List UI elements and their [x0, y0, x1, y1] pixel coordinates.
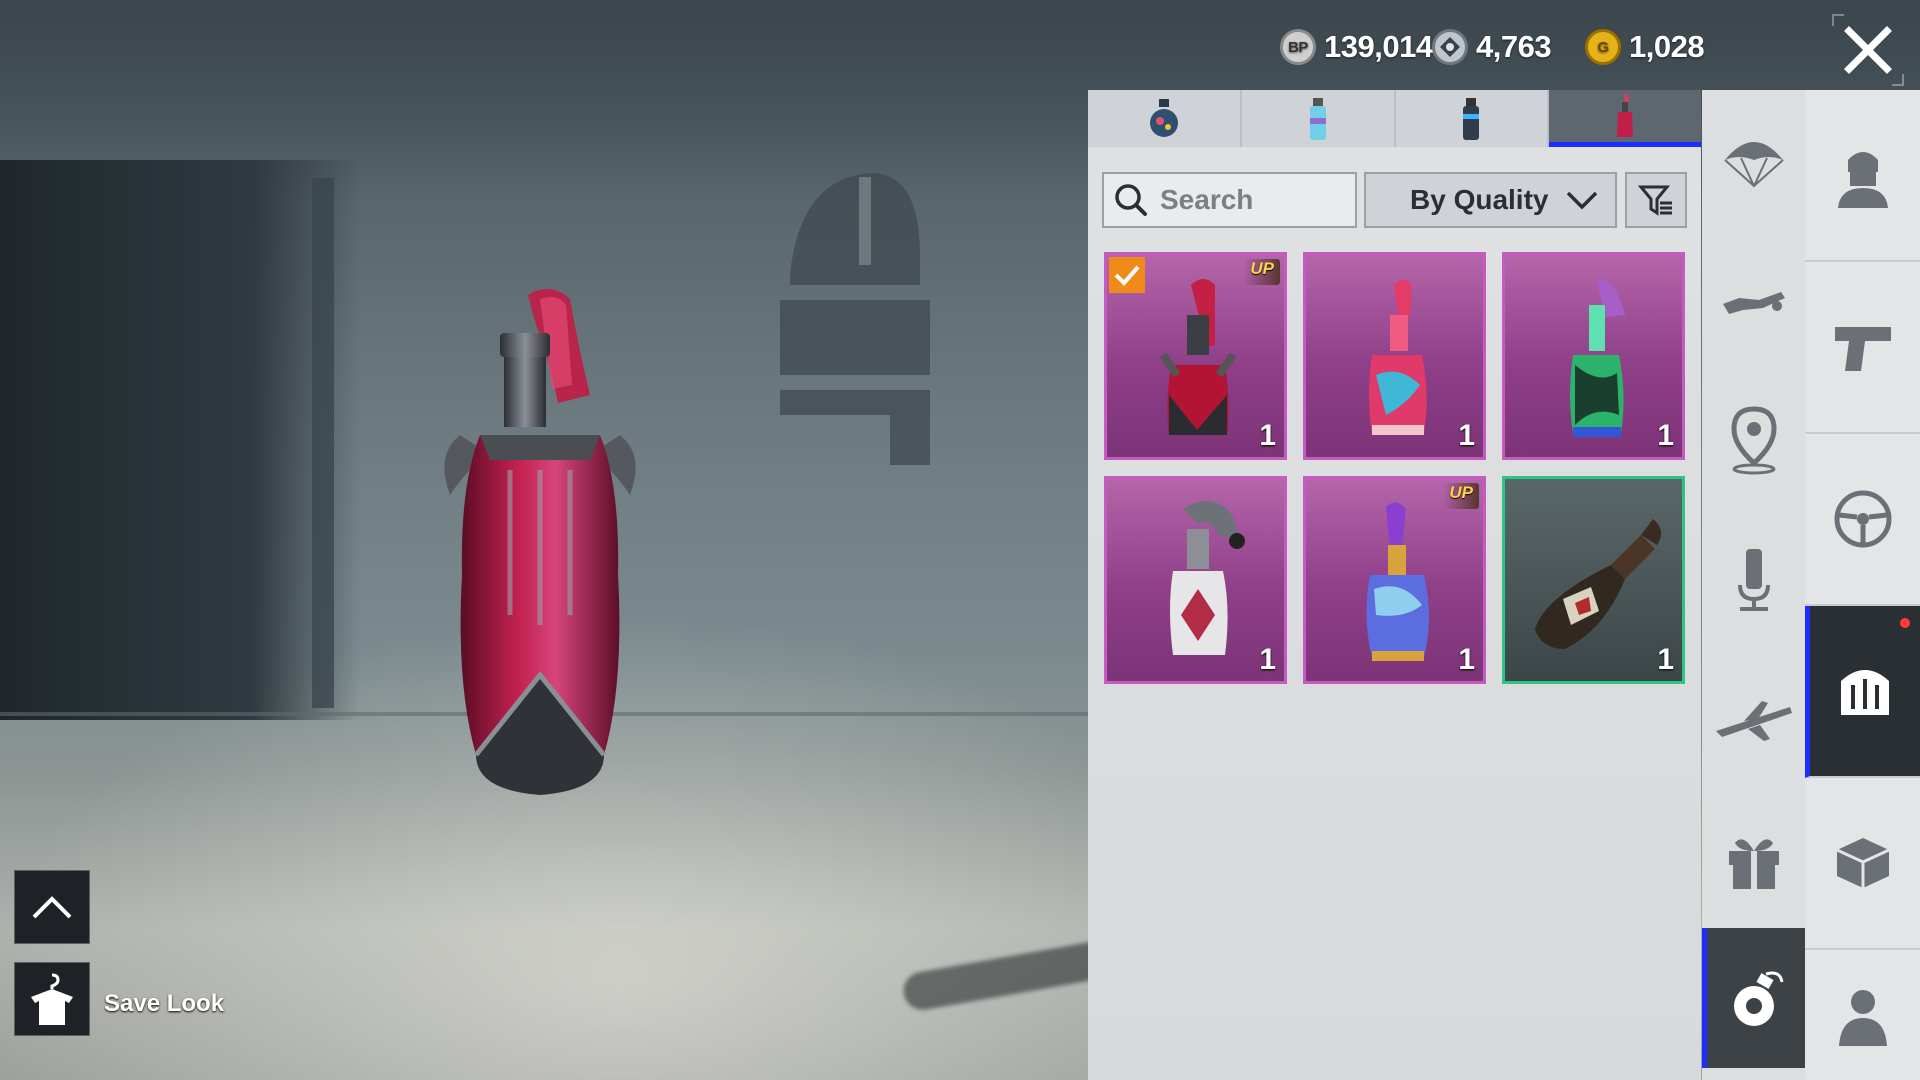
- ag-amount: 4,763: [1476, 29, 1552, 64]
- smoke-grenade-icon: [1309, 97, 1326, 140]
- chevron-up-icon: [32, 896, 72, 919]
- notification-dot: [1900, 618, 1910, 628]
- item-card-6[interactable]: 1: [1502, 476, 1685, 684]
- check-icon: [1114, 265, 1140, 286]
- stun-grenade-icon: [1463, 97, 1480, 140]
- sidebar-item-skydive-emote[interactable]: [1702, 230, 1805, 370]
- sort-dropdown[interactable]: By Quality: [1364, 172, 1617, 228]
- sidebar-item-outfit[interactable]: [1805, 90, 1920, 262]
- toolbar: By Quality: [1102, 172, 1687, 230]
- scene-pillar: [312, 178, 334, 708]
- save-look-button[interactable]: [14, 962, 90, 1036]
- parachute-icon: [1723, 142, 1784, 188]
- item-count: 1: [1458, 419, 1475, 452]
- sidebar-item-character[interactable]: [1805, 950, 1920, 1080]
- search-box[interactable]: [1102, 172, 1357, 228]
- currency-bar: BP 139,014 4,763 G 1,028: [1220, 22, 1920, 72]
- sidebar-item-weapons[interactable]: [1805, 262, 1920, 434]
- sort-selected: By Quality: [1410, 184, 1549, 215]
- wall-logo-icon: [780, 173, 930, 465]
- character-icon: [1838, 990, 1887, 1046]
- sidebar-item-vehicles[interactable]: [1805, 434, 1920, 606]
- molotov-icon: [1617, 93, 1634, 137]
- item-count: 1: [1259, 643, 1276, 676]
- item-card-5[interactable]: UP 1: [1303, 476, 1486, 684]
- bp-amount: 139,014: [1324, 29, 1433, 64]
- item-count: 1: [1657, 419, 1674, 452]
- hanger-shirt-icon: [31, 973, 73, 1025]
- currency-g[interactable]: G 1,028: [1585, 22, 1705, 72]
- currency-ag[interactable]: 4,763: [1432, 22, 1552, 72]
- scene-wall: [0, 160, 360, 720]
- plane-icon: [1715, 701, 1792, 741]
- currency-bp[interactable]: BP 139,014: [1280, 22, 1433, 72]
- outfit-character-icon: [1837, 152, 1888, 208]
- sidebar-item-emblem[interactable]: [1805, 606, 1920, 778]
- throwable-icon: [1734, 971, 1784, 1026]
- crate-icon: [1835, 838, 1890, 888]
- item-card-1[interactable]: UP 1: [1104, 252, 1287, 460]
- upgrade-badge: UP: [1244, 259, 1280, 285]
- item-card-2[interactable]: 1: [1303, 252, 1486, 460]
- search-icon: [1115, 184, 1147, 216]
- item-count: 1: [1259, 419, 1276, 452]
- ag-coin-icon: [1432, 29, 1468, 65]
- location-pin-icon: [1730, 406, 1777, 475]
- item-card-4[interactable]: 1: [1104, 476, 1287, 684]
- inventory-panel: By Quality UP 1: [1088, 90, 1701, 1080]
- expand-up-button[interactable]: [14, 870, 90, 944]
- item-card-3[interactable]: 1: [1502, 252, 1685, 460]
- tab-smoke-grenade[interactable]: [1241, 90, 1396, 147]
- sidebar-item-gift[interactable]: [1702, 790, 1805, 930]
- save-look-label: Save Look: [104, 990, 225, 1017]
- sidebar-item-throwable[interactable]: [1702, 928, 1805, 1068]
- bp-coin-icon: BP: [1280, 29, 1316, 65]
- microphone-icon: [1737, 549, 1770, 611]
- search-input[interactable]: [1158, 183, 1352, 217]
- emote-skydive-icon: [1722, 292, 1785, 314]
- emblem-icon: [1841, 670, 1889, 715]
- grenade-frag-icon: [1149, 98, 1178, 137]
- sidebar-item-crates[interactable]: [1805, 778, 1920, 950]
- item-count: 1: [1657, 643, 1674, 676]
- filter-button[interactable]: [1625, 172, 1687, 228]
- item-count: 1: [1458, 643, 1475, 676]
- filter-icon: [1638, 185, 1672, 216]
- close-icon: [1844, 26, 1892, 74]
- molotov-preview[interactable]: [440, 285, 640, 805]
- tab-molotov[interactable]: [1549, 90, 1701, 147]
- equipped-check: [1109, 257, 1145, 293]
- close-button[interactable]: [1832, 14, 1904, 86]
- tab-stun-grenade[interactable]: [1395, 90, 1550, 147]
- sidebar-item-plane[interactable]: [1702, 650, 1805, 790]
- throwable-type-tabs: [1088, 90, 1701, 147]
- sidebar-item-microphone[interactable]: [1702, 510, 1805, 650]
- chevron-down-icon: [1566, 191, 1598, 210]
- sidebar-item-location[interactable]: [1702, 370, 1805, 510]
- upgrade-badge: UP: [1443, 483, 1479, 509]
- tab-frag-grenade[interactable]: [1088, 90, 1242, 147]
- main-sidebar: [1805, 90, 1920, 1080]
- sidebar-item-parachute[interactable]: [1702, 90, 1805, 230]
- pistol-icon: [1834, 327, 1891, 371]
- category-sidebar: [1702, 90, 1805, 1080]
- steering-wheel-icon: [1834, 490, 1891, 548]
- g-coin-icon: G: [1585, 29, 1621, 65]
- g-amount: 1,028: [1629, 29, 1705, 64]
- gift-box-icon: [1728, 839, 1779, 889]
